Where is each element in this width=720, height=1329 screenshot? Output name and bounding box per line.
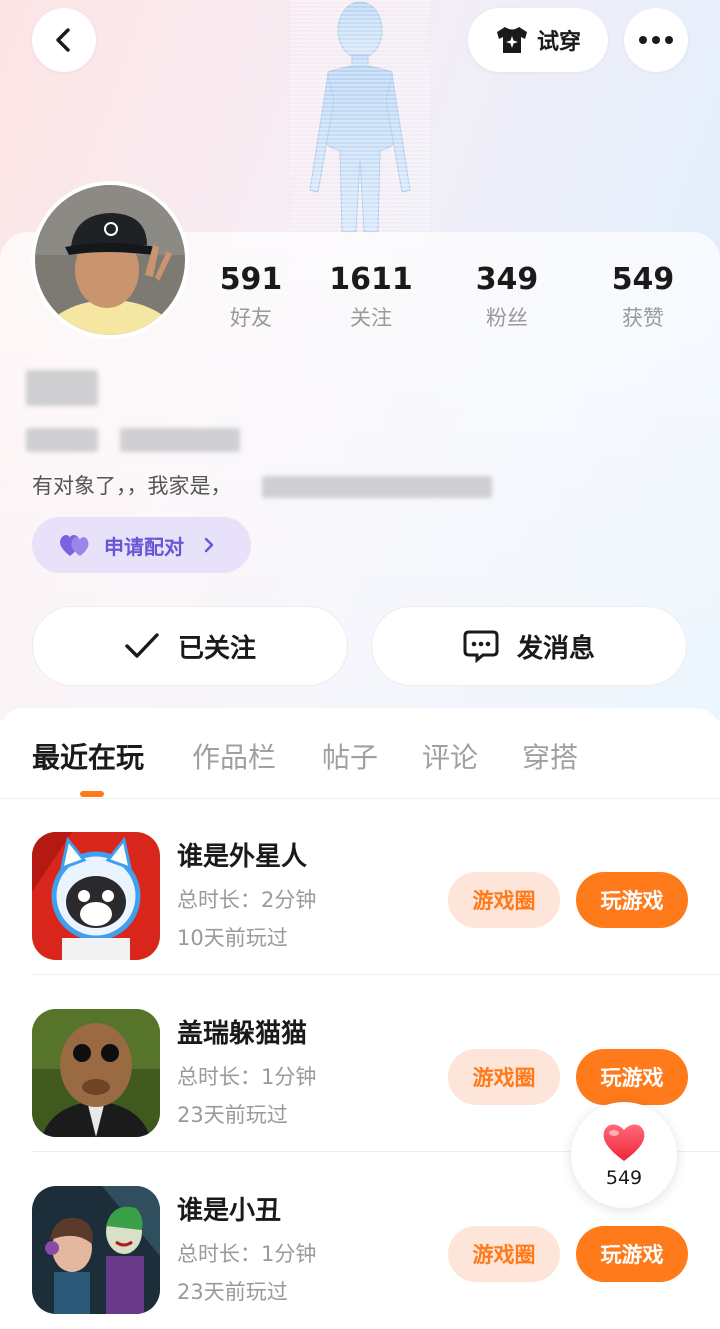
tab-posts[interactable]: 帖子 [322,736,378,776]
game-duration: 总时长：1分钟 [177,1065,317,1089]
tab-works[interactable]: 作品栏 [192,736,276,776]
like-floating-button[interactable]: 549 [571,1102,677,1208]
game-circle-button[interactable]: 游戏圈 [448,872,560,928]
stat-friends-value: 591 [219,262,283,297]
game-title: 谁是外星人 [177,842,308,872]
play-game-button[interactable]: 玩游戏 [576,1049,688,1105]
stat-following[interactable]: 1611 关注 [311,258,431,334]
request-match-button[interactable]: 申请配对 [32,517,251,573]
heart-icon [603,1124,645,1161]
like-count: 549 [605,1167,643,1189]
game-icon-gary[interactable] [32,1009,160,1137]
username-redacted [26,370,98,406]
double-heart-icon [60,535,89,556]
profile-photo-image [35,185,185,335]
back-button[interactable] [32,8,96,72]
stat-likes[interactable]: 549 获赞 [583,258,703,334]
user-info-redacted [120,428,240,452]
try-on-button[interactable]: 试穿 [468,8,608,72]
game-title: 谁是小丑 [177,1196,282,1226]
game-list-item[interactable]: 谁是外星人 总时长：2分钟 10天前玩过 游戏圈 玩游戏 [32,798,720,975]
game-circle-button[interactable]: 游戏圈 [448,1226,560,1282]
game-duration: 总时长：1分钟 [177,1242,317,1266]
try-on-label: 试穿 [536,30,581,55]
game-last-played: 23天前玩过 [177,1103,288,1127]
stat-likes-value: 549 [611,262,675,297]
active-tab-indicator [80,791,104,797]
stat-following-value: 1611 [329,262,413,297]
user-id-redacted [26,428,98,452]
play-game-button[interactable]: 玩游戏 [576,1226,688,1282]
tab-bar: 最近在玩 作品栏 帖子 评论 穿搭 [0,708,720,799]
profile-bio: 有对象了，，我家是， [32,474,232,498]
more-dots-icon [639,36,673,44]
stat-fans[interactable]: 349 粉丝 [447,258,567,334]
more-options-button[interactable] [624,8,688,72]
chat-bubble-icon [463,630,499,663]
checkmark-icon [125,633,159,658]
game-title: 盖瑞躲猫猫 [177,1019,308,1049]
game-last-played: 10天前玩过 [177,926,288,950]
stat-fans-label: 粉丝 [486,306,528,330]
chevron-left-icon [56,28,70,52]
game-duration: 总时长：2分钟 [177,888,317,912]
tab-outfits[interactable]: 穿搭 [522,736,578,776]
game-icon-alien[interactable] [32,832,160,960]
send-message-button[interactable]: 发消息 [371,606,687,686]
stat-fans-value: 349 [475,262,539,297]
bio-redacted [262,476,492,498]
stat-likes-label: 获赞 [622,306,664,330]
send-message-label: 发消息 [516,633,595,664]
tab-recently-played[interactable]: 最近在玩 [32,736,144,776]
tshirt-sparkle-icon [496,27,527,53]
chevron-right-icon [204,537,214,553]
tab-comments[interactable]: 评论 [422,736,478,776]
profile-avatar[interactable] [31,181,189,339]
following-button[interactable]: 已关注 [32,606,348,686]
game-circle-button[interactable]: 游戏圈 [448,1049,560,1105]
stat-friends[interactable]: 591 好友 [191,258,311,334]
following-label: 已关注 [177,633,256,664]
stat-friends-label: 好友 [230,306,272,330]
avatar-3d-figure [290,0,430,235]
stat-following-label: 关注 [350,306,392,330]
request-match-label: 申请配对 [104,534,184,559]
content-panel: 最近在玩 作品栏 帖子 评论 穿搭 谁是外星人 总时长：2分钟 10天前玩过 游… [0,708,720,1314]
play-game-button[interactable]: 玩游戏 [576,872,688,928]
game-icon-clown[interactable] [32,1186,160,1314]
